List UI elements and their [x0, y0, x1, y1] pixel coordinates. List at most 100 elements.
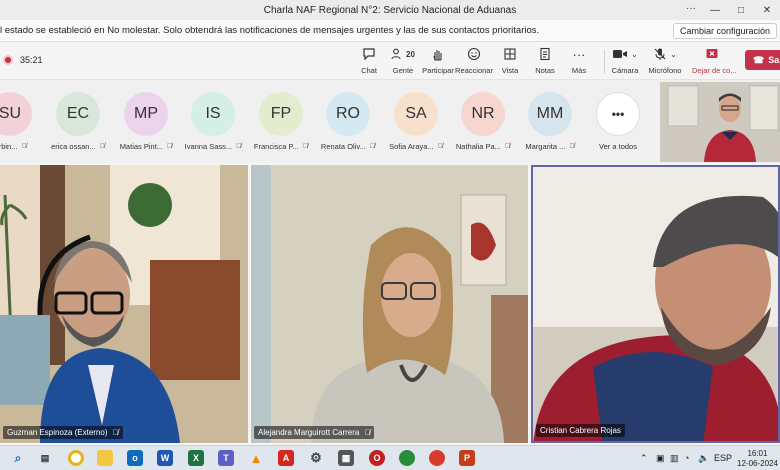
leave-label: Sa [768, 55, 780, 65]
avatar: IS [191, 92, 235, 136]
participant-tile[interactable]: NR Nathalia Pa... 🎙̸ [448, 92, 518, 151]
search-icon[interactable]: ⌕ [10, 450, 26, 466]
phone-hangup-icon: ☎ [753, 54, 765, 65]
change-settings-button[interactable]: Cambiar configuración [672, 23, 777, 39]
participant-tile[interactable]: MM Margarita ... 🎙̸ [515, 92, 585, 151]
clock-date: 12-06-2024 [737, 459, 778, 468]
see-all-label: Ver a todos [599, 142, 637, 151]
see-all-button[interactable]: ••• Ver a todos [583, 92, 653, 151]
volume-icon[interactable]: 🔈 [698, 453, 709, 464]
settings-icon[interactable]: ⚙ [308, 450, 324, 466]
participant-tile[interactable]: RO Renata Oliv... 🎙̸ [313, 92, 383, 151]
mic-off-icon: 🎙̸ [99, 143, 105, 150]
react-label: Reaccionar [455, 66, 493, 75]
window-controls: — □ ✕ [702, 0, 780, 20]
microphone-label: Micrófono [648, 66, 682, 75]
participant-tile[interactable]: EC erica ossan... 🎙̸ [43, 92, 113, 151]
avatar: NR [461, 92, 505, 136]
mic-off-icon: 🎙̸ [364, 428, 371, 437]
self-view-scene [660, 82, 780, 162]
meeting-timer: 35:21 [20, 55, 43, 65]
participant-name-tag: Guzman Espinoza (Externo) 🎙̸ [3, 426, 123, 439]
more-options-icon[interactable]: ··· [686, 3, 696, 14]
file-explorer-icon[interactable] [97, 450, 113, 466]
stop-share-icon [692, 45, 732, 63]
participant-name: erica ossan... [51, 142, 96, 151]
teams-tray-icon[interactable]: ▣ [656, 453, 665, 464]
participant-name: Nathalia Pa... [455, 142, 501, 151]
vlc-icon[interactable]: ▲ [248, 450, 264, 466]
video-tile[interactable]: Guzman Espinoza (Externo) 🎙̸ [0, 165, 248, 443]
network-icon[interactable]: ▥ [670, 453, 679, 464]
chevron-up-icon[interactable]: ⌃ [640, 453, 648, 464]
avatar: FP [259, 92, 303, 136]
clock[interactable]: 16:01 12-06-2024 [737, 449, 778, 469]
wifi-icon[interactable]: ◔ [684, 453, 689, 463]
more-label: Más [571, 66, 587, 75]
minimize-icon[interactable]: — [702, 0, 728, 20]
close-icon[interactable]: ✕ [754, 0, 780, 20]
participant-tile[interactable]: MP Matias Pint... 🎙̸ [111, 92, 181, 151]
calculator-icon[interactable]: ▦ [338, 450, 354, 466]
video-feed [0, 165, 248, 443]
view-label: Vista [501, 66, 519, 75]
excel-icon[interactable]: X [188, 450, 204, 466]
participant-tile[interactable]: FP Francisca P... 🎙̸ [246, 92, 316, 151]
participant-tile[interactable]: SU Urbin...🎙̸ [0, 92, 45, 151]
people-button[interactable]: 20 Gente [383, 45, 423, 75]
participant-name-tag: Cristian Cabrera Rojas [536, 424, 625, 437]
windows-taskbar: ⌕ ▤ o W X T ▲ A ⚙ ▦ O P ⌃ ▣ ▥ ◔ 🔈 ESP 16… [0, 445, 780, 470]
video-feed [251, 165, 528, 443]
raise-hand-button[interactable]: Participar [418, 45, 458, 75]
people-label: Gente [392, 66, 414, 75]
participant-name: Ivanna Sass... [184, 142, 233, 151]
powerpoint-icon[interactable]: P [459, 450, 475, 466]
maximize-icon[interactable]: □ [728, 0, 754, 20]
raise-hand-label: Participar [422, 66, 454, 75]
acrobat-icon[interactable]: A [278, 450, 294, 466]
chrome-icon[interactable] [68, 450, 84, 466]
recording-indicator-icon [3, 55, 13, 65]
mic-off-icon: 🎙̸ [569, 143, 575, 150]
view-button[interactable]: Vista [490, 45, 530, 75]
teams-icon[interactable]: T [218, 450, 234, 466]
participant-name: Alejandra Marguirott Carrera [258, 428, 360, 437]
video-tile[interactable]: Alejandra Marguirott Carrera 🎙̸ [251, 165, 528, 443]
react-button[interactable]: Reaccionar [454, 45, 494, 75]
video-tile-active-speaker[interactable]: Cristian Cabrera Rojas [531, 165, 780, 443]
more-button[interactable]: ··· Más [559, 45, 599, 76]
participant-name: Francisca P... [253, 142, 299, 151]
stop-sharing-label: Dejar de co... [692, 66, 737, 75]
leave-button[interactable]: ☎ Sa [745, 50, 780, 70]
video-feed [533, 167, 778, 441]
mic-off-icon: ⌄ [645, 45, 685, 63]
word-icon[interactable]: W [157, 450, 173, 466]
mic-off-icon: 🎙̸ [167, 143, 173, 150]
opera-icon[interactable]: O [369, 450, 385, 466]
mic-chevron-icon[interactable]: ⌄ [670, 50, 677, 59]
camera-button[interactable]: ⌄ Cámara [605, 45, 645, 76]
mic-off-icon: 🎙̸ [236, 143, 242, 150]
people-icon: 20 [383, 45, 423, 63]
task-view-icon[interactable]: ▤ [37, 450, 53, 466]
microphone-button[interactable]: ⌄ Micrófono [645, 45, 685, 75]
outlook-icon[interactable]: o [127, 450, 143, 466]
browser-icon[interactable] [399, 450, 415, 466]
participant-tile[interactable]: IS Ivanna Sass... 🎙̸ [178, 92, 248, 151]
mic-off-icon: 🎙̸ [437, 143, 443, 150]
stop-sharing-button[interactable]: Dejar de co... [692, 45, 737, 75]
people-count: 20 [406, 49, 415, 59]
dnd-notice-text: l estado se estableció en No molestar. S… [0, 25, 540, 36]
participant-tile[interactable]: SA Sofia Araya... 🎙̸ [381, 92, 451, 151]
self-view-video[interactable] [660, 82, 780, 162]
camera-chevron-icon[interactable]: ⌄ [631, 50, 638, 59]
dnd-notice-bar: l estado se estableció en No molestar. S… [0, 20, 780, 42]
participant-name: Urbin... [0, 142, 18, 151]
avatar: EC [56, 92, 100, 136]
title-bar: Charla NAF Regional N°2: Servicio Nacion… [0, 0, 780, 20]
app-icon[interactable] [429, 450, 445, 466]
grid-icon [490, 45, 530, 63]
mic-off-icon: 🎙̸ [112, 428, 119, 437]
language-indicator[interactable]: ESP [714, 453, 732, 463]
camera-icon: ⌄ [605, 45, 645, 63]
